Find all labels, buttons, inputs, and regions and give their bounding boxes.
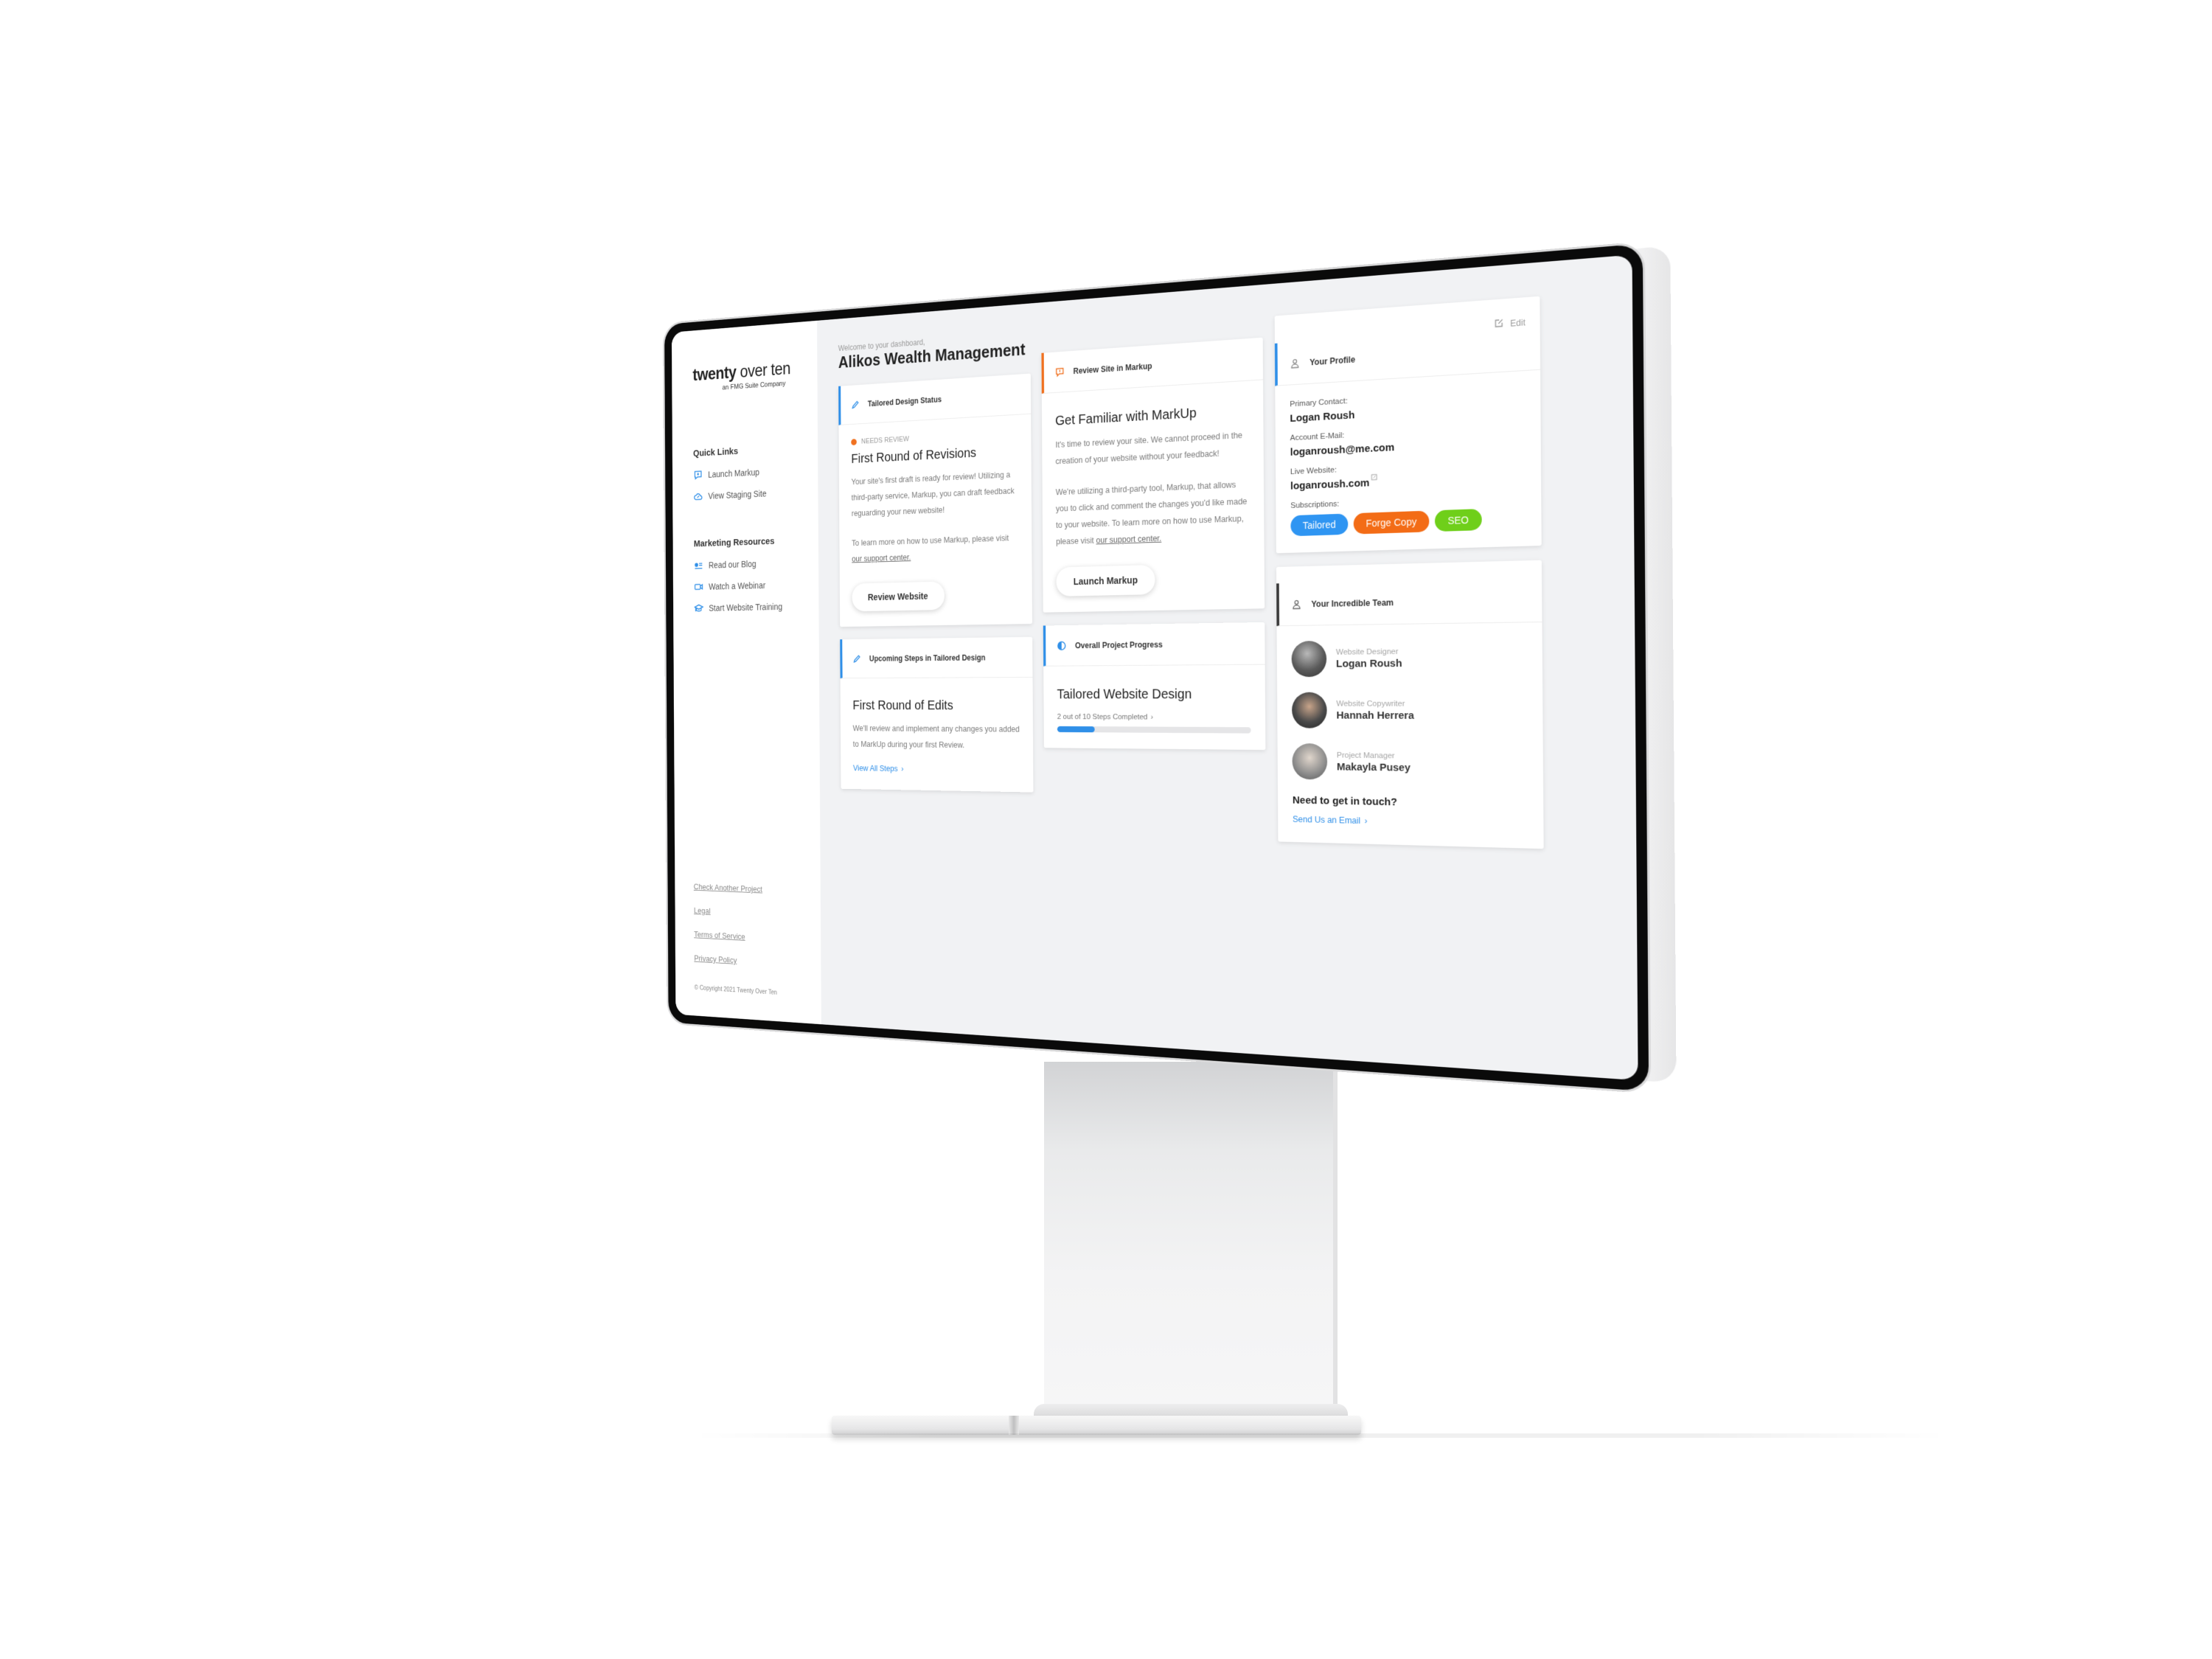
status-badge: NEEDS REVIEW xyxy=(851,429,1018,446)
check-another-project-link[interactable]: Check Another Project xyxy=(694,882,776,894)
design-status-card: Tailored Design Status NEEDS REVIEW Firs… xyxy=(838,373,1033,627)
review-website-button[interactable]: Review Website xyxy=(852,581,945,612)
cloud-link-icon xyxy=(693,491,703,502)
sidebar-footer: Check Another Project Legal Terms of Ser… xyxy=(694,882,777,996)
column-middle: Review Site in Markup Get Familiar with … xyxy=(1041,337,1266,841)
subscriptions-label: Subscriptions: xyxy=(1290,499,1340,510)
card-title: Get Familiar with MarkUp xyxy=(1055,406,1197,429)
chevron-right-icon: › xyxy=(901,764,904,773)
team-member: Website Designer Logan Roush xyxy=(1291,639,1526,678)
card-text-support: We're utilizing a third-party tool, Mark… xyxy=(1055,479,1248,546)
edit-profile-button[interactable]: Edit xyxy=(1495,316,1526,331)
upcoming-steps-card: Upcoming Steps in Tailored Design First … xyxy=(840,636,1034,793)
video-camera-icon xyxy=(694,581,703,592)
quick-links-heading: Quick Links xyxy=(693,445,739,459)
progress-bar xyxy=(1057,726,1251,734)
blog-icon xyxy=(694,560,703,571)
marketing-resources-heading: Marketing Resources xyxy=(693,535,775,549)
project-progress-card: Overall Project Progress Tailored Websit… xyxy=(1043,622,1266,751)
sidebar-link-watch-webinar[interactable]: Watch a Webinar xyxy=(694,578,818,592)
member-role: Project Manager xyxy=(1336,751,1395,760)
dashboard-grid: Tailored Design Status NEEDS REVIEW Firs… xyxy=(838,296,1607,851)
legal-link[interactable]: Legal xyxy=(694,905,776,919)
member-role: Website Designer xyxy=(1335,647,1399,657)
avatar xyxy=(1292,743,1328,780)
support-center-link[interactable]: our support center. xyxy=(852,553,911,563)
member-name: Hannah Herrera xyxy=(1336,709,1414,722)
marketing-resources-section: Marketing Resources Read our Blog Watch xyxy=(694,535,819,614)
subscription-badge-seo: SEO xyxy=(1435,508,1482,532)
get-in-touch-heading: Need to get in touch? xyxy=(1292,794,1397,809)
member-role: Website Copywriter xyxy=(1336,699,1405,709)
graduation-cap-icon xyxy=(694,602,703,613)
card-text-support: To learn more on how to use Markup, plea… xyxy=(852,533,1009,564)
card-title: First Round of Edits xyxy=(852,698,953,713)
terms-of-service-link[interactable]: Terms of Service xyxy=(694,930,776,943)
subscriptions-list: Tailored Forge Copy SEO xyxy=(1290,507,1525,537)
card-header: Overall Project Progress xyxy=(1043,622,1265,667)
dashboard-screen: twenty over ten an FMG Suite Company Qui… xyxy=(671,254,1638,1081)
team-card: Your Incredible Team Website Designer Lo… xyxy=(1276,560,1544,849)
member-name: Logan Roush xyxy=(1335,657,1402,670)
team-member: Website Copywriter Hannah Herrera xyxy=(1291,692,1527,729)
monitor-bezel: twenty over ten an FMG Suite Company Qui… xyxy=(664,243,1649,1092)
pencil-icon xyxy=(851,399,860,409)
card-header: Your Incredible Team xyxy=(1276,577,1543,627)
sidebar-link-view-staging-site[interactable]: View Staging Site xyxy=(693,485,818,502)
progress-bar-fill xyxy=(1057,726,1095,733)
member-name: Makayla Pusey xyxy=(1336,760,1411,774)
pencil-icon xyxy=(852,653,861,664)
half-circle-icon xyxy=(1057,640,1066,650)
edit-icon xyxy=(1495,318,1505,331)
column-left: Tailored Design Status NEEDS REVIEW Firs… xyxy=(838,373,1034,835)
support-center-link[interactable]: our support center. xyxy=(1096,534,1162,546)
privacy-policy-link[interactable]: Privacy Policy xyxy=(694,953,776,967)
copyright: © Copyright 2021 Twenty Over Ten xyxy=(694,984,777,997)
user-icon xyxy=(1290,358,1301,369)
chat-plus-icon xyxy=(693,470,703,481)
sidebar: twenty over ten an FMG Suite Company Qui… xyxy=(671,320,821,1025)
card-header: Upcoming Steps in Tailored Design xyxy=(840,636,1033,679)
progress-label[interactable]: 2 out of 10 Steps Completed › xyxy=(1057,713,1251,722)
sidebar-link-read-blog[interactable]: Read our Blog xyxy=(694,556,818,571)
sidebar-link-website-training[interactable]: Start Website Training xyxy=(694,600,818,614)
stage: twenty over ten an FMG Suite Company Qui… xyxy=(0,0,2212,1659)
monitor: twenty over ten an FMG Suite Company Qui… xyxy=(664,243,1677,1092)
team-member: Project Manager Makayla Pusey xyxy=(1292,743,1527,782)
sidebar-link-launch-markup[interactable]: Launch Markup xyxy=(693,464,818,481)
review-markup-card: Review Site in Markup Get Familiar with … xyxy=(1041,337,1265,613)
chat-alert-icon xyxy=(1055,366,1065,378)
user-icon xyxy=(1291,599,1302,610)
profile-card: Edit Your Profile Primary Contact: Logan… xyxy=(1274,296,1542,554)
chevron-right-icon: › xyxy=(1150,713,1153,722)
column-right: Edit Your Profile Primary Contact: Logan… xyxy=(1274,296,1544,849)
chevron-right-icon: › xyxy=(1364,815,1368,827)
avatar xyxy=(1291,692,1327,728)
card-text: We'll review and implement any changes y… xyxy=(852,723,1020,750)
external-link-icon xyxy=(1371,474,1377,481)
launch-markup-button[interactable]: Launch Markup xyxy=(1056,564,1156,597)
logo[interactable]: twenty over ten an FMG Suite Company xyxy=(692,357,817,394)
avatar xyxy=(1291,640,1327,678)
card-text: It's time to review your site. We cannot… xyxy=(1055,430,1243,467)
main-content: Welcome to your dashboard, Alikos Wealth… xyxy=(817,254,1638,1080)
card-title: Tailored Website Design xyxy=(1057,686,1192,702)
subscription-badge-tailored: Tailored xyxy=(1290,513,1349,537)
quick-links-section: Quick Links Launch Markup View Staging S… xyxy=(693,442,818,502)
card-title: First Round of Revisions xyxy=(851,445,977,467)
status-dot-icon xyxy=(851,439,857,446)
card-text: Your site's first draft is ready for rev… xyxy=(851,470,1015,518)
subscription-badge-forge-copy: Forge Copy xyxy=(1353,510,1430,535)
view-all-steps-link[interactable]: View All Steps › xyxy=(853,764,903,773)
send-email-link[interactable]: Send Us an Email › xyxy=(1293,815,1367,827)
